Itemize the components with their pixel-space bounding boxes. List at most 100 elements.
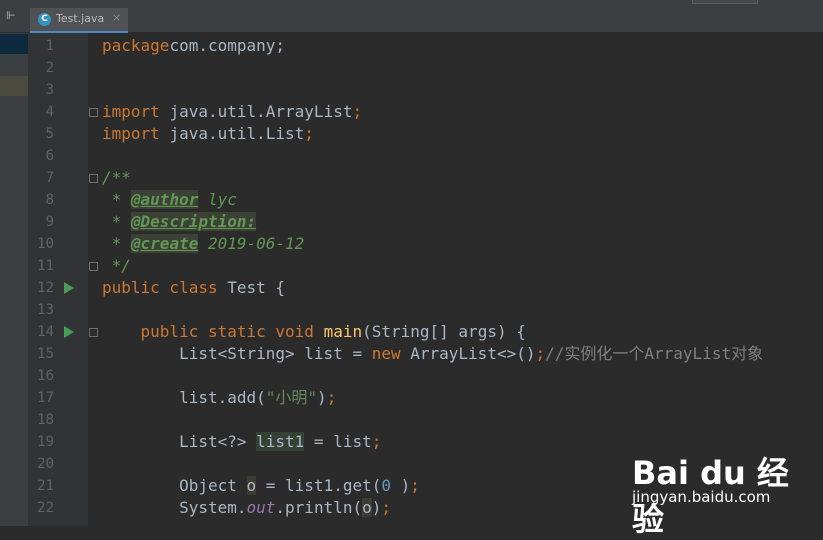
code-token: "小明" <box>265 388 318 407</box>
code-token: * <box>102 212 131 231</box>
code-token: (String[] args) { <box>362 322 526 341</box>
code-line[interactable]: Object o = list1.get(0 ); <box>102 475 420 497</box>
line-number: 1 <box>45 38 54 54</box>
code-token: 2019-06-12 <box>198 234 305 253</box>
code-token: ; <box>535 344 546 363</box>
code-token: java.util.ArrayList <box>169 102 353 121</box>
code-token: ; <box>326 388 337 407</box>
code-token: ; <box>410 476 420 495</box>
code-line[interactable]: List<?> list1 = list; <box>102 431 381 453</box>
line-number: 14 <box>37 324 54 340</box>
code-line[interactable]: import java.util.ArrayList; <box>102 101 362 123</box>
line-number: 8 <box>45 192 54 208</box>
code-token: list1 <box>256 432 305 451</box>
fold-icon[interactable] <box>89 174 98 183</box>
code-token: .println( <box>275 498 363 517</box>
editor-tab-bar: ⊩ C Test.java × <box>0 0 823 33</box>
code-line[interactable]: import java.util.List; <box>102 123 314 145</box>
run-gutter-icon[interactable] <box>64 326 74 338</box>
code-token: List<String> list = <box>102 344 372 363</box>
line-number: 13 <box>37 302 54 318</box>
code-token: = list1.get( <box>256 476 382 495</box>
fold-icon[interactable] <box>89 328 98 337</box>
line-number: 21 <box>37 478 54 494</box>
close-icon[interactable]: × <box>112 11 121 24</box>
code-line[interactable]: /** <box>102 167 131 189</box>
code-line[interactable]: packagecom.company; <box>102 35 285 57</box>
line-number: 3 <box>45 82 54 98</box>
code-line[interactable]: */ <box>102 255 131 277</box>
sidebar-selection <box>0 34 28 54</box>
code-token: lyc <box>198 190 237 209</box>
code-token: import <box>102 102 170 121</box>
code-token: @create <box>130 234 199 253</box>
code-token: System. <box>102 498 247 517</box>
code-token: = list <box>304 432 372 451</box>
fold-icon[interactable] <box>89 262 98 271</box>
code-token: //实例化一个ArrayList对象 <box>545 344 764 363</box>
tab-test-java[interactable]: C Test.java × <box>30 8 128 33</box>
line-number: 22 <box>37 500 54 516</box>
code-token: list.add( <box>102 388 266 407</box>
line-number: 6 <box>45 148 54 164</box>
code-token: ) <box>391 476 411 495</box>
line-number: 18 <box>37 412 54 428</box>
watermark-url: jingyan.baidu.com <box>632 488 771 506</box>
line-number: 7 <box>45 170 54 186</box>
code-token: o <box>362 498 372 517</box>
code-line[interactable]: System.out.println(o); <box>102 497 391 519</box>
line-number: 5 <box>45 126 54 142</box>
code-line[interactable]: list.add("小明"); <box>102 387 336 409</box>
collapse-icon[interactable]: ⊩ <box>6 9 24 23</box>
line-number: 10 <box>37 236 54 252</box>
fold-icon[interactable] <box>89 108 98 117</box>
run-gutter-icon[interactable] <box>64 282 74 294</box>
code-token: Object <box>102 476 247 495</box>
project-sidebar-strip[interactable] <box>0 33 28 526</box>
line-number: 17 <box>37 390 54 406</box>
code-line[interactable]: public class Test { <box>102 277 285 299</box>
code-token: ; <box>304 124 314 143</box>
code-token: public static void <box>140 322 324 341</box>
code-token: ArrayList<>() <box>410 344 536 363</box>
code-token: ; <box>352 102 363 121</box>
code-token: public class <box>102 278 228 297</box>
sidebar-highlight <box>0 76 28 96</box>
line-number: 16 <box>37 368 54 384</box>
code-token: java.util.List <box>169 124 305 143</box>
tab-label: Test.java <box>56 12 105 25</box>
code-token: List<?> <box>102 432 257 451</box>
code-line[interactable]: public static void main(String[] args) { <box>102 321 526 343</box>
code-token: ) <box>317 388 327 407</box>
code-token: @author <box>130 190 199 209</box>
code-token: */ <box>102 256 131 275</box>
line-number: 20 <box>37 456 54 472</box>
line-number: 2 <box>45 60 54 76</box>
code-line[interactable]: List<String> list = new ArrayList<>();//… <box>102 343 763 365</box>
code-token: Test { <box>227 278 286 297</box>
line-number: 4 <box>45 104 54 120</box>
code-token: ) <box>371 498 382 517</box>
line-number: 15 <box>37 346 54 362</box>
code-token: new <box>371 344 411 363</box>
code-token: out <box>246 498 276 517</box>
code-token: ; <box>371 432 382 451</box>
java-class-icon: C <box>38 13 51 26</box>
code-token: ; <box>381 498 392 517</box>
line-number: 19 <box>37 434 54 450</box>
baidu-watermark: Bai du 经验 jingyan.baidu.com <box>632 448 792 538</box>
code-line[interactable]: * @Description: <box>102 211 257 233</box>
toolbar-button[interactable] <box>692 0 758 4</box>
line-number: 11 <box>37 258 54 274</box>
code-token: com.company; <box>169 36 286 55</box>
code-token: import <box>102 124 170 143</box>
line-number: 9 <box>45 214 54 230</box>
code-token: package <box>102 36 170 55</box>
code-token: @Description: <box>130 212 257 231</box>
code-line[interactable]: * @author lyc <box>102 189 237 211</box>
code-token: main <box>323 322 363 341</box>
line-number: 12 <box>37 280 54 296</box>
code-token: o <box>246 476 257 495</box>
code-line[interactable]: * @create 2019-06-12 <box>102 233 304 255</box>
